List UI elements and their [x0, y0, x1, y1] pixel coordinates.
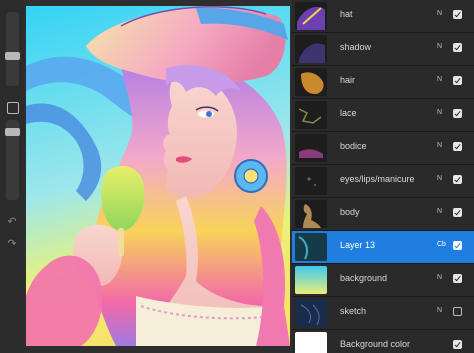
- layer-row-background[interactable]: background N: [292, 264, 474, 297]
- blend-mode-button[interactable]: N: [437, 10, 442, 17]
- layer-thumbnail: [295, 332, 327, 353]
- illustration: [26, 6, 290, 346]
- layer-visibility-checkbox[interactable]: [453, 241, 462, 250]
- layer-thumbnail: [295, 200, 327, 228]
- layer-row-lace[interactable]: lace N: [292, 99, 474, 132]
- layer-thumbnail: [295, 167, 327, 195]
- layer-thumbnail: [295, 68, 327, 96]
- layer-thumbnail: [295, 266, 327, 294]
- layer-row-bodice[interactable]: bodice N: [292, 132, 474, 165]
- layer-thumbnail: [295, 101, 327, 129]
- blend-mode-button[interactable]: N: [437, 274, 442, 281]
- layer-name: sketch: [340, 306, 367, 316]
- layers-panel: hat N shadow N hair N lace N bodice N ey…: [292, 0, 474, 353]
- brush-size-slider[interactable]: [6, 12, 19, 86]
- layer-visibility-checkbox[interactable]: [453, 274, 462, 283]
- layer-row-shadow[interactable]: shadow N: [292, 33, 474, 66]
- layer-row-background-color[interactable]: Background color: [292, 330, 474, 353]
- blend-mode-button[interactable]: N: [437, 208, 442, 215]
- layer-thumbnail: [295, 35, 327, 63]
- layer-name: Layer 13: [340, 240, 376, 250]
- layer-name: shadow: [340, 42, 372, 52]
- layer-row-hair[interactable]: hair N: [292, 66, 474, 99]
- layer-row-body[interactable]: body N: [292, 198, 474, 231]
- layer-visibility-checkbox[interactable]: [453, 76, 462, 85]
- layer-name: lace: [340, 108, 357, 118]
- layer-thumbnail: [295, 299, 327, 327]
- layer-row-layer-13[interactable]: Layer 13 Cb: [292, 231, 474, 264]
- layer-row-sketch[interactable]: sketch N: [292, 297, 474, 330]
- layer-visibility-checkbox[interactable]: [453, 208, 462, 217]
- layer-visibility-checkbox[interactable]: [453, 43, 462, 52]
- layer-name: Background color: [340, 339, 411, 349]
- blend-mode-button[interactable]: N: [437, 175, 442, 182]
- layer-name: background: [340, 273, 388, 283]
- blend-mode-button[interactable]: N: [437, 307, 442, 314]
- layer-visibility-checkbox[interactable]: [453, 175, 462, 184]
- layer-thumbnail: [295, 134, 327, 162]
- blend-mode-button[interactable]: N: [437, 76, 442, 83]
- procreate-app: ↶ ↷ hat N shadow N hair N lace N bodice …: [0, 0, 474, 353]
- layer-name: body: [340, 207, 360, 217]
- layer-thumbnail: [295, 233, 327, 261]
- layer-visibility-checkbox[interactable]: [453, 142, 462, 151]
- side-toolbar: ↶ ↷: [0, 0, 24, 353]
- blend-mode-button[interactable]: N: [437, 43, 442, 50]
- layer-row-hat[interactable]: hat N: [292, 0, 474, 33]
- layer-thumbnail: [295, 2, 327, 30]
- blend-mode-button[interactable]: Cb: [437, 241, 446, 248]
- layer-name: hat: [340, 9, 353, 19]
- undo-arrow-icon[interactable]: ↶: [5, 216, 19, 228]
- layer-visibility-checkbox[interactable]: [453, 109, 462, 118]
- layer-name: bodice: [340, 141, 367, 151]
- redo-arrow-icon[interactable]: ↷: [5, 238, 19, 250]
- layer-row-eyes-lips-manicure[interactable]: eyes/lips/manicure N: [292, 165, 474, 198]
- layer-visibility-checkbox[interactable]: [453, 10, 462, 19]
- layer-visibility-checkbox[interactable]: [453, 307, 462, 316]
- layer-name: eyes/lips/manicure: [340, 174, 415, 184]
- opacity-handle[interactable]: [5, 128, 20, 136]
- modify-button[interactable]: [7, 102, 19, 114]
- canvas-area: [24, 0, 292, 353]
- layer-visibility-checkbox[interactable]: [453, 340, 462, 349]
- layer-name: hair: [340, 75, 356, 85]
- blend-mode-button[interactable]: N: [437, 109, 442, 116]
- blend-mode-button[interactable]: N: [437, 142, 442, 149]
- brush-size-handle[interactable]: [5, 52, 20, 60]
- artwork-canvas[interactable]: [26, 6, 290, 346]
